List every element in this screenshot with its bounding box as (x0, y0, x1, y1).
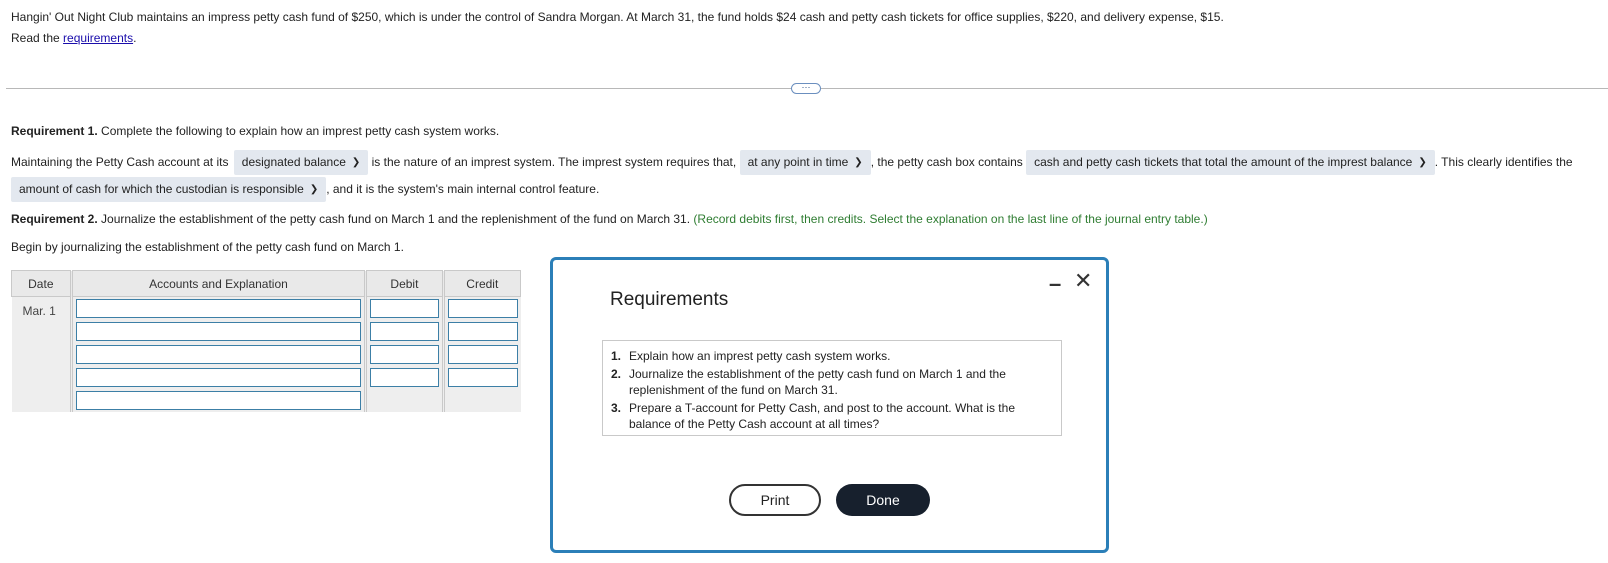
credit-column-header: Credit (441, 270, 522, 297)
account-input[interactable] (75, 345, 362, 364)
date-column-header: Date (11, 270, 72, 297)
sentence-part-4: . This clearly identifies the (1434, 155, 1573, 169)
requirement-1-sentence-line2: amount of cash for which the custodian i… (11, 177, 599, 202)
chevron-down-icon: ❯ (351, 157, 361, 168)
read-prefix: Read the (11, 31, 64, 45)
dialog-title: Requirements (610, 289, 729, 310)
requirement-2-instruction: (Record debits first, then credits. Sele… (693, 212, 1208, 226)
table-row: Mar. 1 (11, 296, 521, 412)
read-requirements-line: Read the requirements. (11, 31, 136, 45)
sentence-part-3: , the petty cash box contains (870, 155, 1023, 169)
debit-input[interactable] (370, 299, 439, 318)
debit-column-header: Debit (364, 270, 444, 297)
read-suffix: . (133, 31, 137, 45)
chevron-down-icon: ❯ (1418, 157, 1427, 168)
credit-input[interactable] (447, 345, 518, 364)
requirements-link[interactable]: requirements (63, 31, 133, 45)
chevron-down-icon: ❯ (309, 184, 319, 195)
sentence-part-5: , and it is the system's main internal c… (326, 182, 600, 196)
table-row (12, 389, 521, 412)
accounts-column-header: Accounts and Explanation (69, 270, 367, 297)
sentence-part-2: is the nature of an imprest system. The … (371, 155, 737, 169)
requirement-2-label: Requirement 2. (11, 212, 98, 226)
list-item: 2. Journalize the establishment of the p… (611, 366, 1053, 398)
requirement-1-heading: Requirement 1. Complete the following to… (11, 124, 499, 138)
dropdown-2-value: at any point in time (747, 155, 849, 169)
item-text: Prepare a T-account for Petty Cash, and … (629, 401, 1015, 431)
petty-cash-box-contents-dropdown[interactable]: cash and petty cash tickets that total t… (1026, 150, 1435, 175)
credit-input[interactable] (447, 299, 518, 318)
print-button[interactable]: Print (729, 484, 821, 516)
dropdown-3-value: cash and petty cash tickets that total t… (1034, 155, 1413, 169)
debit-input[interactable] (370, 345, 439, 364)
list-item: 1. Explain how an imprest petty cash sys… (611, 348, 1053, 364)
minimize-icon[interactable]: – (1049, 271, 1061, 297)
item-number: 2. (611, 367, 622, 381)
close-icon[interactable]: ✕ (1074, 268, 1092, 294)
point-in-time-dropdown[interactable]: at any point in time ❯ (739, 150, 871, 175)
dropdown-1-value: designated balance (241, 155, 346, 169)
table-row (12, 343, 521, 366)
requirement-1-text: Complete the following to explain how an… (97, 124, 500, 138)
list-item: 3. Prepare a T-account for Petty Cash, a… (611, 400, 1053, 432)
debit-input[interactable] (370, 322, 439, 341)
requirement-1-label: Requirement 1. (11, 124, 98, 138)
begin-journalizing-text: Begin by journalizing the establishment … (11, 240, 404, 254)
expand-toggle-button[interactable]: ⋯ (791, 83, 821, 94)
date-cell: Mar. 1 (11, 296, 72, 412)
dropdown-4-value: amount of cash for which the custodian i… (19, 182, 304, 196)
account-input[interactable] (75, 299, 362, 318)
requirement-1-sentence-line1: Maintaining the Petty Cash account at it… (11, 150, 1573, 175)
item-text: Journalize the establishment of the pett… (629, 367, 1006, 397)
journal-date: Mar. 1 (22, 304, 56, 318)
account-input[interactable] (75, 368, 362, 387)
item-text: Explain how an imprest petty cash system… (629, 349, 891, 363)
journal-entry-table: Date Accounts and Explanation Debit Cred… (11, 270, 522, 412)
done-button[interactable]: Done (836, 484, 930, 516)
requirements-list: 1. Explain how an imprest petty cash sys… (602, 340, 1062, 436)
account-input[interactable] (75, 322, 362, 341)
problem-text: Hangin' Out Night Club maintains an impr… (11, 10, 1224, 24)
requirements-dialog: Requirements – ✕ 1. Explain how an impre… (550, 257, 1109, 553)
credit-input[interactable] (447, 322, 518, 341)
item-number: 3. (611, 401, 622, 415)
requirement-2-heading: Requirement 2. Journalize the establishm… (11, 212, 1208, 226)
sentence-part-1: Maintaining the Petty Cash account at it… (11, 155, 229, 169)
debit-input[interactable] (370, 368, 439, 387)
table-row (12, 320, 521, 343)
explanation-input[interactable] (75, 391, 362, 410)
credit-input[interactable] (447, 368, 518, 387)
custodian-responsibility-dropdown[interactable]: amount of cash for which the custodian i… (11, 177, 327, 202)
item-number: 1. (611, 349, 622, 363)
requirement-2-text: Journalize the establishment of the pett… (97, 212, 691, 226)
designated-balance-dropdown[interactable]: designated balance ❯ (233, 150, 369, 175)
chevron-down-icon: ❯ (854, 157, 863, 168)
table-row (12, 366, 521, 389)
